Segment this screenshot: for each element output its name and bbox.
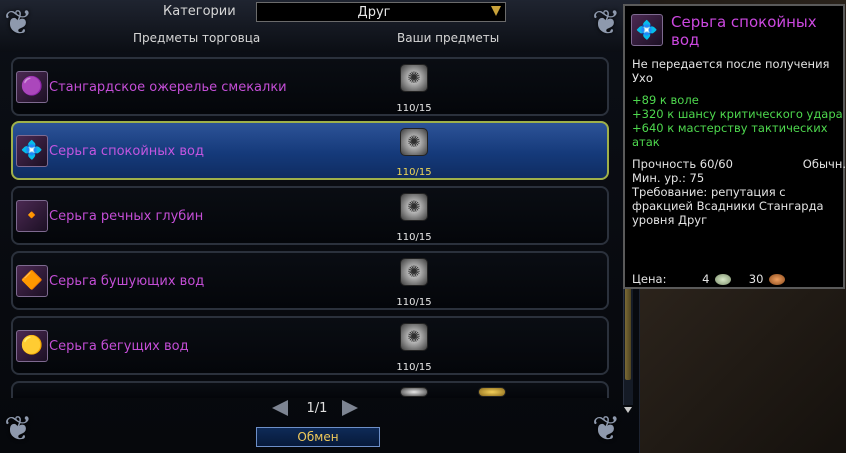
- item-cost-qty: 110/15: [396, 297, 432, 308]
- durability: Прочность 60/60: [632, 157, 733, 171]
- token-icon[interactable]: ✺: [400, 193, 428, 221]
- categories-selected-value: Друг: [357, 5, 391, 20]
- earring-icon[interactable]: 🟡: [16, 330, 48, 362]
- list-item-selected[interactable]: 💠 Серьга спокойных вод ✺ 110/15: [11, 121, 609, 180]
- list-item-partial[interactable]: [11, 381, 609, 398]
- earring-icon[interactable]: 🔸: [16, 200, 48, 232]
- merchant-items-header: Предметы торговца: [133, 31, 261, 45]
- token-icon[interactable]: [400, 387, 428, 397]
- earring-icon[interactable]: 💠: [16, 135, 48, 167]
- token-icon[interactable]: [478, 387, 506, 397]
- price-label: Цена:: [632, 272, 667, 286]
- previous-page-button[interactable]: [272, 400, 288, 416]
- vendor-window: ❦ ❦ ❦ ❦ Категории Друг Предметы торговца…: [0, 0, 640, 453]
- scroll-down-icon[interactable]: [624, 407, 632, 413]
- item-name: Серьга спокойных вод: [49, 144, 204, 159]
- tooltip-title: Серьга спокойных вод: [671, 13, 817, 49]
- item-cost-qty: 110/15: [396, 362, 432, 373]
- ornament-bottom-left: ❦: [4, 409, 33, 449]
- necklace-icon[interactable]: 🟣: [16, 71, 48, 103]
- chevron-down-icon[interactable]: [491, 6, 501, 16]
- ornament-top-left: ❦: [4, 3, 33, 43]
- token-icon[interactable]: ✺: [400, 323, 428, 351]
- list-item[interactable]: 🟣 Стангардское ожерелье смекалки ✺ 110/1…: [11, 57, 609, 116]
- durability-row: Прочность 60/60 Обычн.: [632, 157, 846, 171]
- page-indicator: 1/1: [306, 401, 328, 416]
- your-items-header: Ваши предметы: [397, 31, 500, 45]
- bind-info: Не передается после получения: [632, 57, 830, 71]
- copper-coin-icon: [769, 274, 786, 285]
- token-icon[interactable]: ✺: [400, 128, 428, 156]
- item-tooltip: 💠 Серьга спокойных вод Не передается пос…: [623, 4, 846, 289]
- earring-icon: 💠: [631, 14, 663, 46]
- token-icon[interactable]: ✺: [400, 64, 428, 92]
- tooltip-body: Не передается после получения Ухо +89 к …: [632, 57, 846, 227]
- earring-icon[interactable]: 🔶: [16, 265, 48, 297]
- copper-amount: 30: [748, 272, 764, 286]
- item-name: Серьга бушующих вод: [49, 274, 205, 289]
- price-row: Цена: 4 30: [632, 272, 842, 286]
- silver-amount: 4: [702, 272, 710, 286]
- stat-bonus: +320 к шансу критического удара: [632, 107, 843, 121]
- item-quality: Обычн.: [802, 157, 846, 171]
- requirement: Требование: репутация с фракцией Всадник…: [632, 185, 824, 227]
- min-level: Мин. ур.: 75: [632, 171, 705, 185]
- equip-slot: Ухо: [632, 71, 653, 85]
- stat-bonus: +89 к воле: [632, 93, 699, 107]
- item-name: Стангардское ожерелье смекалки: [49, 80, 287, 95]
- token-icon[interactable]: ✺: [400, 258, 428, 286]
- silver-coin-icon: [715, 274, 732, 285]
- list-item[interactable]: 🔸 Серьга речных глубин ✺ 110/15: [11, 186, 609, 245]
- item-cost-qty: 110/15: [396, 232, 432, 243]
- categories-dropdown[interactable]: Друг: [256, 2, 506, 22]
- item-cost-qty: 110/15: [396, 103, 432, 114]
- categories-label: Категории: [163, 4, 236, 19]
- ornament-bottom-right: ❦: [592, 409, 621, 449]
- list-item[interactable]: 🔶 Серьга бушующих вод ✺ 110/15: [11, 251, 609, 310]
- stat-bonus: +640 к мастерству тактических атак: [632, 121, 828, 149]
- item-name: Серьга бегущих вод: [49, 339, 189, 354]
- item-name: Серьга речных глубин: [49, 209, 204, 224]
- next-page-button[interactable]: [342, 400, 358, 416]
- list-item[interactable]: 🟡 Серьга бегущих вод ✺ 110/15: [11, 316, 609, 375]
- exchange-button[interactable]: Обмен: [256, 427, 380, 447]
- ornament-top-right: ❦: [592, 3, 621, 43]
- item-cost-qty: 110/15: [396, 167, 432, 178]
